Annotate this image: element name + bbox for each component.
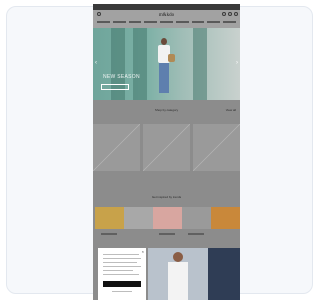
main-nav	[97, 21, 237, 25]
chevron-right-icon[interactable]: ›	[236, 60, 238, 66]
search-icon[interactable]	[222, 12, 226, 16]
hero-pillar	[133, 28, 147, 100]
product-tile[interactable]	[193, 124, 240, 171]
page-screenshot: m&kdo NEW SEASON ‹ › Shop by category Vi…	[93, 4, 240, 300]
hero-model-image	[156, 38, 175, 96]
promo-bar	[93, 4, 240, 10]
nav-item[interactable]	[160, 21, 173, 23]
site-logo[interactable]: m&kdo	[93, 13, 240, 18]
nav-item[interactable]	[112, 21, 126, 23]
hero-cta-button[interactable]	[101, 84, 129, 90]
view-all-link[interactable]: View all	[226, 108, 236, 112]
nav-item[interactable]	[207, 21, 221, 23]
category-tile[interactable]	[153, 207, 182, 229]
editorial-image[interactable]	[148, 248, 240, 300]
category-label	[101, 233, 117, 235]
accept-cookies-button[interactable]	[103, 281, 141, 287]
chevron-left-icon[interactable]: ‹	[95, 60, 97, 66]
nav-item[interactable]	[175, 21, 189, 23]
cookie-settings-link[interactable]	[112, 291, 132, 292]
nav-item[interactable]	[128, 21, 142, 23]
hero-title: NEW SEASON	[103, 74, 140, 80]
nav-item[interactable]	[144, 21, 158, 23]
bag-icon[interactable]	[234, 12, 238, 16]
nav-item[interactable]	[97, 21, 110, 23]
user-icon[interactable]	[228, 12, 232, 16]
nav-item[interactable]	[223, 21, 237, 23]
category-label	[159, 233, 175, 235]
category-label	[188, 233, 204, 235]
hero-pillar	[193, 28, 207, 100]
nav-item[interactable]	[191, 21, 205, 23]
site-header: m&kdo	[93, 4, 240, 28]
category-tile[interactable]	[182, 207, 211, 229]
product-tile[interactable]	[143, 124, 190, 171]
section-title: Shop by category	[154, 108, 179, 112]
category-tile[interactable]	[211, 207, 240, 229]
section-title: Get inspired by trends	[151, 195, 182, 199]
product-tile[interactable]	[93, 124, 140, 171]
cookie-consent-dialog: ×	[98, 248, 146, 300]
hero-banner[interactable]: NEW SEASON ‹ ›	[93, 28, 240, 100]
category-tile[interactable]	[124, 207, 153, 229]
close-icon[interactable]: ×	[142, 249, 144, 254]
category-tile[interactable]	[95, 207, 124, 229]
